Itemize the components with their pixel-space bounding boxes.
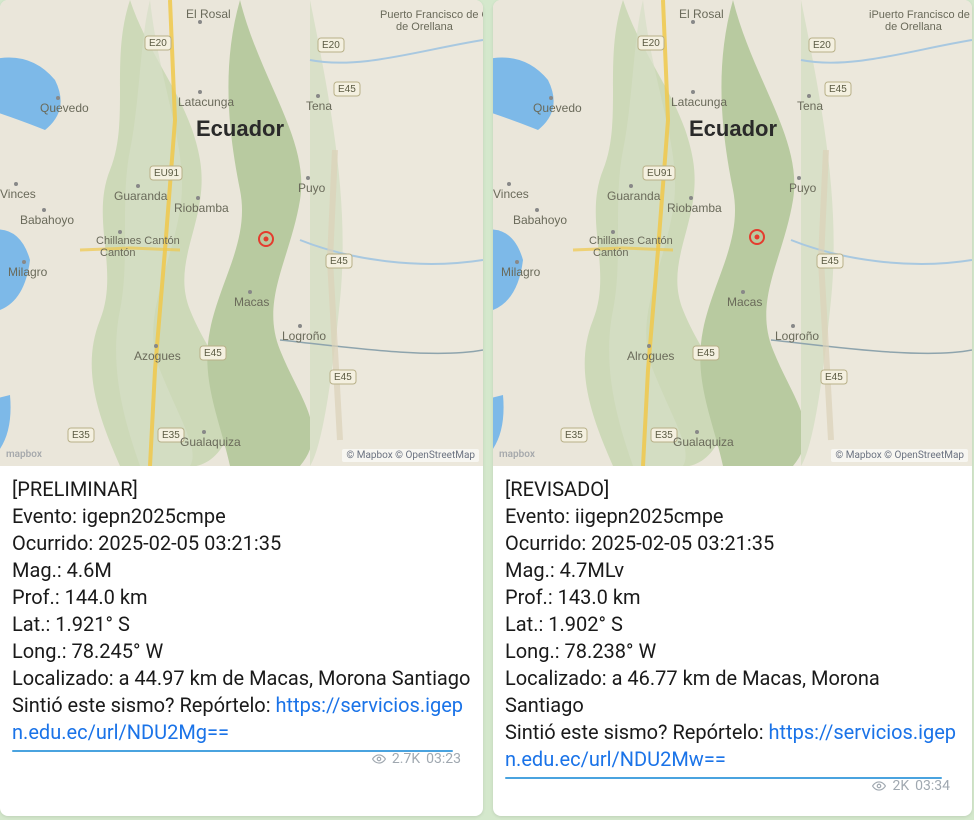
svg-text:Logroño: Logroño	[775, 329, 819, 343]
prompt-row: Sintió este sismo? Repórtelo: https://se…	[12, 692, 471, 746]
lat-row: Lat.: 1.902° S	[505, 611, 960, 638]
svg-text:Quevedo: Quevedo	[533, 101, 582, 115]
svg-text:E45: E45	[330, 256, 348, 267]
occurred-row: Ocurrido: 2025-02-05 03:21:35	[505, 530, 960, 557]
views-count: 2.7K	[392, 750, 420, 769]
svg-text:Babahoyo: Babahoyo	[513, 213, 567, 227]
map-attribution: © Mapbox © OpenStreetMap	[342, 449, 479, 462]
svg-text:E45: E45	[204, 348, 222, 359]
svg-text:E20: E20	[149, 38, 167, 49]
svg-text:Guaranda: Guaranda	[607, 189, 661, 203]
message-card-revisado: E20 E20 E45 EU91 E45 E45 E35 E35 E45 Ecu…	[493, 0, 972, 816]
svg-text:Riobamba: Riobamba	[174, 201, 229, 215]
svg-text:Chillanes Cantón: Chillanes Cantón	[589, 235, 673, 247]
svg-text:E35: E35	[655, 430, 673, 441]
message-meta: 2.7K 03:23	[12, 750, 471, 775]
svg-text:E45: E45	[821, 256, 839, 267]
location-row: Localizado: a 44.97 km de Macas, Morona …	[12, 665, 471, 692]
svg-text:El Rosal: El Rosal	[186, 7, 231, 21]
svg-text:Latacunga: Latacunga	[671, 95, 727, 109]
message-meta: 2K 03:34	[505, 777, 960, 802]
svg-text:E20: E20	[813, 40, 831, 51]
event-row: Evento: iigepn2025cmpe	[505, 503, 960, 530]
svg-text:Azogues: Azogues	[134, 349, 181, 363]
svg-text:Milagro: Milagro	[8, 265, 48, 279]
svg-text:Chillanes Cantón: Chillanes Cantón	[96, 235, 180, 247]
svg-text:Gualaquiza: Gualaquiza	[673, 435, 734, 449]
long-row: Long.: 78.238° W	[505, 638, 960, 665]
map-image[interactable]: E20 E20 E45 EU91 E45 E45 E35 E35 E45 Ecu…	[0, 0, 483, 466]
message-body: [REVISADO] Evento: iigepn2025cmpe Ocurri…	[493, 466, 972, 816]
svg-text:E35: E35	[72, 430, 90, 441]
message-body: [PRELIMINAR] Evento: igepn2025cmpe Ocurr…	[0, 466, 483, 816]
svg-text:Gualaquiza: Gualaquiza	[180, 435, 241, 449]
views-icon	[872, 779, 886, 793]
map-attribution: © Mapbox © OpenStreetMap	[831, 449, 968, 462]
status-tag: [PRELIMINAR]	[12, 476, 471, 503]
svg-text:E45: E45	[825, 372, 843, 383]
magnitude-row: Mag.: 4.7MLv	[505, 557, 960, 584]
message-card-preliminar: E20 E20 E45 EU91 E45 E45 E35 E35 E45 Ecu…	[0, 0, 483, 816]
country-label: Ecuador	[689, 116, 777, 141]
views-icon	[372, 752, 386, 766]
svg-text:Tena: Tena	[306, 99, 332, 113]
long-row: Long.: 78.245° W	[12, 638, 471, 665]
svg-text:E35: E35	[162, 430, 180, 441]
svg-text:E35: E35	[565, 430, 583, 441]
message-time: 03:23	[426, 750, 461, 769]
svg-text:Milagro: Milagro	[501, 265, 541, 279]
svg-text:Macas: Macas	[234, 295, 269, 309]
svg-text:EU91: EU91	[154, 168, 179, 179]
svg-text:E45: E45	[338, 84, 356, 95]
svg-text:Macas: Macas	[727, 295, 762, 309]
country-label: Ecuador	[196, 116, 284, 141]
message-time: 03:34	[915, 777, 950, 796]
svg-text:Quevedo: Quevedo	[40, 101, 89, 115]
svg-text:Vinces: Vinces	[493, 187, 529, 201]
svg-text:Babahoyo: Babahoyo	[20, 213, 74, 227]
map-image[interactable]: E20 E20 E45 EU91 E45 E45 E35 E35 E45 Ecu…	[493, 0, 972, 466]
svg-text:Puerto Francisco de Orellana: Puerto Francisco de Orellana	[380, 9, 483, 21]
svg-text:El Rosal: El Rosal	[679, 7, 724, 21]
svg-text:E45: E45	[829, 84, 847, 95]
event-row: Evento: igepn2025cmpe	[12, 503, 471, 530]
svg-text:Alrogues: Alrogues	[627, 349, 674, 363]
svg-text:Guaranda: Guaranda	[114, 189, 168, 203]
mapbox-badge: mapbox	[6, 449, 42, 460]
depth-row: Prof.: 144.0 km	[12, 584, 471, 611]
svg-text:Puyo: Puyo	[789, 181, 817, 195]
svg-text:EU91: EU91	[647, 168, 672, 179]
svg-text:iPuerto Francisco de Orellana: iPuerto Francisco de Orellana	[869, 9, 972, 21]
svg-text:Latacunga: Latacunga	[178, 95, 234, 109]
svg-text:de Orellana: de Orellana	[885, 21, 943, 33]
svg-text:Riobamba: Riobamba	[667, 201, 722, 215]
svg-text:Puyo: Puyo	[298, 181, 326, 195]
svg-text:E20: E20	[322, 40, 340, 51]
mapbox-badge: mapbox	[499, 449, 535, 460]
status-tag: [REVISADO]	[505, 476, 960, 503]
svg-text:Vinces: Vinces	[0, 187, 36, 201]
magnitude-row: Mag.: 4.6M	[12, 557, 471, 584]
svg-text:de Orellana: de Orellana	[396, 21, 454, 33]
occurred-row: Ocurrido: 2025-02-05 03:21:35	[12, 530, 471, 557]
svg-text:Tena: Tena	[797, 99, 823, 113]
views-count: 2K	[892, 777, 909, 796]
svg-text:Cantón: Cantón	[593, 247, 628, 259]
prompt-row: Sintió este sismo? Repórtelo: https://se…	[505, 719, 960, 773]
depth-row: Prof.: 143.0 km	[505, 584, 960, 611]
svg-text:Cantón: Cantón	[100, 247, 135, 259]
location-row: Localizado: a 46.77 km de Macas, Morona …	[505, 665, 960, 719]
svg-text:E20: E20	[642, 38, 660, 49]
svg-text:E45: E45	[697, 348, 715, 359]
svg-text:E45: E45	[334, 372, 352, 383]
svg-text:Logroño: Logroño	[282, 329, 326, 343]
lat-row: Lat.: 1.921° S	[12, 611, 471, 638]
